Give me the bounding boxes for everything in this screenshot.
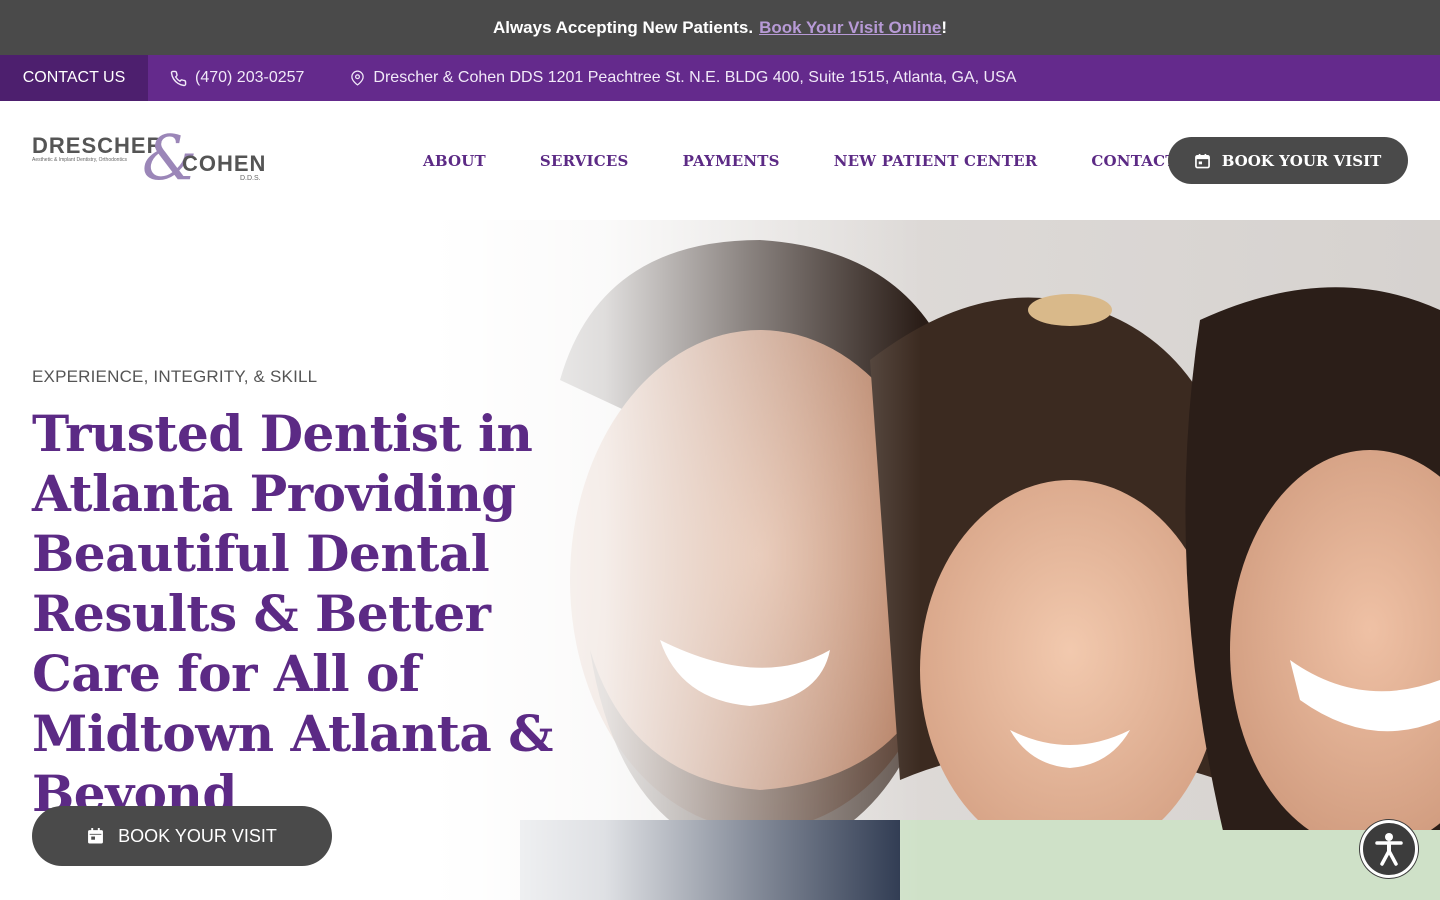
header-book-label: BOOK YOUR VISIT xyxy=(1221,151,1382,170)
nav-contact[interactable]: CONTACT xyxy=(1091,152,1176,170)
announcement-text: Always Accepting New Patients. xyxy=(492,17,754,37)
logo-dds: D.D.S. xyxy=(240,175,261,182)
logo-tagline: Aesthetic & Implant Dentistry, Orthodont… xyxy=(32,157,127,163)
contact-us-button[interactable]: CONTACT US xyxy=(0,55,148,101)
address-text: Drescher & Cohen DDS 1201 Peachtree St. … xyxy=(373,69,1017,86)
calendar-icon xyxy=(1194,153,1210,168)
hero-section: EXPERIENCE, INTEGRITY, & SKILL Trusted D… xyxy=(0,220,1440,900)
hero-book-label: BOOK YOUR VISIT xyxy=(118,825,277,846)
nav-new-patient-center[interactable]: NEW PATIENT CENTER xyxy=(834,152,1038,170)
accessibility-icon xyxy=(1375,833,1403,866)
hero-headline: Trusted Dentist in Atlanta Providing Bea… xyxy=(32,404,553,823)
nav-services[interactable]: SERVICES xyxy=(540,152,629,170)
announcement-bar: Always Accepting New Patients. Book Your… xyxy=(0,0,1440,55)
header-book-button[interactable]: BOOK YOUR VISIT xyxy=(1168,137,1408,184)
logo-word-cohen: COHEN xyxy=(182,151,267,176)
nav-about[interactable]: ABOUT xyxy=(423,152,486,170)
map-pin-icon xyxy=(351,70,365,86)
site-header: DRESCHER Aesthetic & Implant Dentistry, … xyxy=(0,101,1440,220)
contact-bar: CONTACT US (470) 203-0257 Drescher & Coh… xyxy=(0,55,1440,101)
address-link[interactable]: Drescher & Cohen DDS 1201 Peachtree St. … xyxy=(350,69,1016,87)
phone-number: (470) 203-0257 xyxy=(195,69,305,86)
book-online-link[interactable]: Book Your Visit Online xyxy=(759,18,941,38)
phone-link[interactable]: (470) 203-0257 xyxy=(170,69,304,87)
site-logo[interactable]: DRESCHER Aesthetic & Implant Dentistry, … xyxy=(32,121,267,194)
accessibility-button[interactable] xyxy=(1360,820,1418,878)
nav-payments[interactable]: PAYMENTS xyxy=(683,152,780,170)
hero-book-button[interactable]: BOOK YOUR VISIT xyxy=(32,806,332,866)
phone-icon xyxy=(170,70,187,86)
announcement-suffix: ! xyxy=(941,17,948,37)
main-nav: ABOUT SERVICES PAYMENTS NEW PATIENT CENT… xyxy=(423,101,1177,220)
hero-eyebrow: EXPERIENCE, INTEGRITY, & SKILL xyxy=(32,367,318,386)
calendar-icon xyxy=(88,828,104,844)
